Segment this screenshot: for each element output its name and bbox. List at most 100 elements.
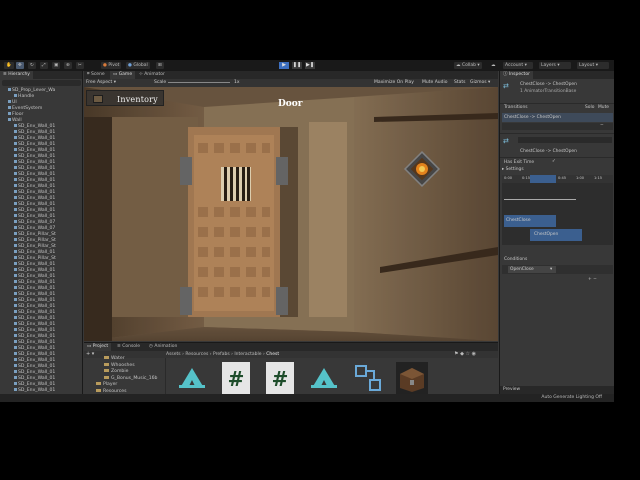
status-bar: Auto Generate Lighting Off — [0, 394, 614, 402]
gameobject-icon — [14, 154, 17, 157]
gameobject-icon — [14, 358, 17, 361]
has-exit-time-checkbox[interactable]: ✓ — [552, 159, 556, 164]
hierarchy-item-label: SD_Env_Wall_01 — [18, 154, 56, 159]
snap-icon[interactable]: ⊞ — [156, 62, 164, 69]
project-folder-item[interactable]: Water — [104, 356, 125, 362]
preview-label[interactable]: Preview — [503, 387, 520, 392]
transition-name-field[interactable] — [518, 137, 612, 143]
layout-dropdown[interactable]: Layout ▾ — [577, 62, 609, 69]
play-button[interactable]: ▶ — [279, 62, 289, 69]
collab-button[interactable]: ☁ Collab ▾ — [454, 62, 482, 69]
aspect-dropdown[interactable]: Free Aspect ▾ — [86, 80, 116, 85]
layers-dropdown[interactable]: Layers ▾ — [539, 62, 571, 69]
tick-label: 1:15 — [594, 176, 603, 180]
hierarchy-item-label: SD_Prop_Lever_Wa — [12, 88, 56, 93]
transition-detail-icon: ⇄ — [503, 137, 509, 145]
tab-animator[interactable]: ⊹ Animator — [136, 71, 168, 79]
tab-scene[interactable]: ⌗ Scene — [84, 71, 108, 79]
project-folder-item[interactable]: Zombie — [104, 369, 128, 375]
project-folder-item[interactable]: G_Bonus_Music_16b — [104, 375, 157, 382]
gameobject-icon — [14, 364, 17, 367]
condition-param-dropdown[interactable]: OpenClose ▾ — [508, 266, 556, 273]
hierarchy-item[interactable]: Handle — [14, 94, 34, 100]
hand-tool-icon[interactable]: ✋ — [4, 62, 14, 69]
game-view-panel: ⌗ Scene ▭ Game ⊹ Animator Free Aspect ▾ … — [84, 71, 498, 341]
project-folder-label: Player — [103, 382, 118, 388]
gameobject-icon — [14, 226, 17, 229]
gameobject-icon — [8, 118, 11, 121]
rect-tool-icon[interactable]: ▣ — [52, 62, 61, 69]
gameobject-icon — [14, 214, 17, 217]
mute-audio-toggle[interactable]: Mute Audio — [422, 80, 448, 85]
timeline-chest-open-bar[interactable]: ChestOpen — [530, 229, 582, 241]
project-folder-item[interactable]: Whooshes — [104, 362, 135, 369]
gameobject-icon — [14, 292, 17, 295]
global-toggle[interactable]: ● Global — [126, 62, 150, 69]
hierarchy-item-label: SD_Env_Wall_01 — [18, 142, 56, 147]
tab-console[interactable]: ≡ Console — [114, 343, 143, 351]
cloud-icon[interactable]: ☁ — [489, 62, 498, 69]
gameobject-icon — [14, 130, 17, 133]
main-toolbar: ✋ ✥ ↻ ⤢ ▣ ⊕ ✂ ● Pivot ● Global ⊞ ▶ ❚❚ ▶❚… — [0, 60, 614, 71]
condition-add-remove-buttons[interactable]: + − — [588, 277, 597, 282]
folder-icon — [96, 382, 101, 386]
gameobject-icon — [8, 106, 11, 109]
tick-label: 0:45 — [558, 176, 567, 180]
scale-label: Scale — [154, 80, 167, 85]
project-folder-item[interactable]: Player — [96, 382, 117, 388]
hierarchy-item-label: SD_Env_Wall_01 — [18, 382, 56, 387]
pivot-toggle[interactable]: ● Pivot — [101, 62, 122, 69]
unity-editor-window: ✋ ✥ ↻ ⤢ ▣ ⊕ ✂ ● Pivot ● Global ⊞ ▶ ❚❚ ▶❚… — [0, 60, 614, 402]
gameobject-icon — [14, 202, 17, 205]
maximize-on-play-toggle[interactable]: Maximize On Play — [374, 80, 414, 85]
game-viewport[interactable]: Inventory Door — [84, 87, 498, 341]
tab-hierarchy[interactable]: ≡ Hierarchy — [0, 71, 33, 79]
timeline-chest-close-bar[interactable]: ChestClose — [504, 215, 556, 227]
gameobject-icon — [14, 190, 17, 193]
scale-slider[interactable] — [168, 82, 230, 83]
step-button[interactable]: ▶❚ — [305, 62, 315, 69]
rotate-tool-icon[interactable]: ↻ — [28, 62, 36, 69]
tab-project[interactable]: ▭ Project — [84, 343, 112, 351]
inventory-button[interactable]: Inventory — [86, 90, 164, 106]
hierarchy-item-label: SD_Env_Wall_01 — [18, 148, 56, 153]
inspector-tabbar: ⓘ Inspector — [500, 71, 614, 79]
gameobject-icon — [14, 136, 17, 139]
hierarchy-item-label: SD_Env_Wall_01 — [18, 274, 56, 279]
condition-param-label: OpenClose — [510, 267, 534, 272]
hierarchy-item-label: SD_Env_Pillar_St — [18, 244, 56, 249]
transition-list-item[interactable]: ChestClose -> ChestOpen — [502, 113, 613, 122]
transition-range-marker[interactable] — [530, 175, 556, 183]
custom-tool-icon[interactable]: ✂ — [76, 62, 84, 69]
hierarchy-item-label: SD_Env_Wall_01 — [18, 316, 56, 321]
gameobject-icon — [14, 322, 17, 325]
settings-foldout[interactable]: ▸ Settings — [502, 167, 524, 172]
gameobject-icon — [14, 148, 17, 151]
hierarchy-item-label: SD_Env_Wall_01 — [18, 178, 56, 183]
hierarchy-item-label: SD_Env_Wall_01 — [18, 136, 56, 141]
move-tool-icon[interactable]: ✥ — [16, 62, 24, 69]
hierarchy-item-label: SD_Env_Wall_01 — [18, 292, 56, 297]
pause-button[interactable]: ❚❚ — [292, 62, 302, 69]
scale-tool-icon[interactable]: ⤢ — [40, 62, 48, 69]
hierarchy-item-label: SD_Env_Wall_01 — [18, 310, 56, 315]
stats-toggle[interactable]: Stats — [454, 80, 466, 85]
gameobject-icon — [14, 166, 17, 169]
mute-label: Mute — [598, 105, 609, 110]
add-asset-button[interactable]: + ▾ — [86, 351, 94, 357]
folder-icon — [104, 362, 109, 366]
hierarchy-item-label: SD_Env_Pillar_St — [18, 232, 56, 237]
transition-timeline[interactable]: 0:00 0:15 0:30 0:45 1:00 1:15 ChestClose… — [502, 175, 613, 245]
hierarchy-search-input[interactable] — [2, 80, 81, 86]
hierarchy-item-label: SD_Env_Wall_01 — [18, 184, 56, 189]
account-dropdown[interactable]: Account ▾ — [503, 62, 533, 69]
tab-game[interactable]: ▭ Game — [110, 71, 136, 79]
hierarchy-item-label: SD_Env_Wall_01 — [18, 202, 56, 207]
gizmos-dropdown[interactable]: Gizmos ▾ — [470, 80, 490, 85]
solo-label: Solo — [585, 105, 595, 110]
tab-inspector[interactable]: ⓘ Inspector — [500, 71, 533, 79]
transform-tool-icon[interactable]: ⊕ — [64, 62, 72, 69]
inspector-panel: ⓘ Inspector ⇄ ChestClose -> ChestOpen 1 … — [499, 71, 614, 402]
gameobject-icon — [14, 124, 17, 127]
remove-transition-button[interactable]: − — [600, 123, 604, 128]
